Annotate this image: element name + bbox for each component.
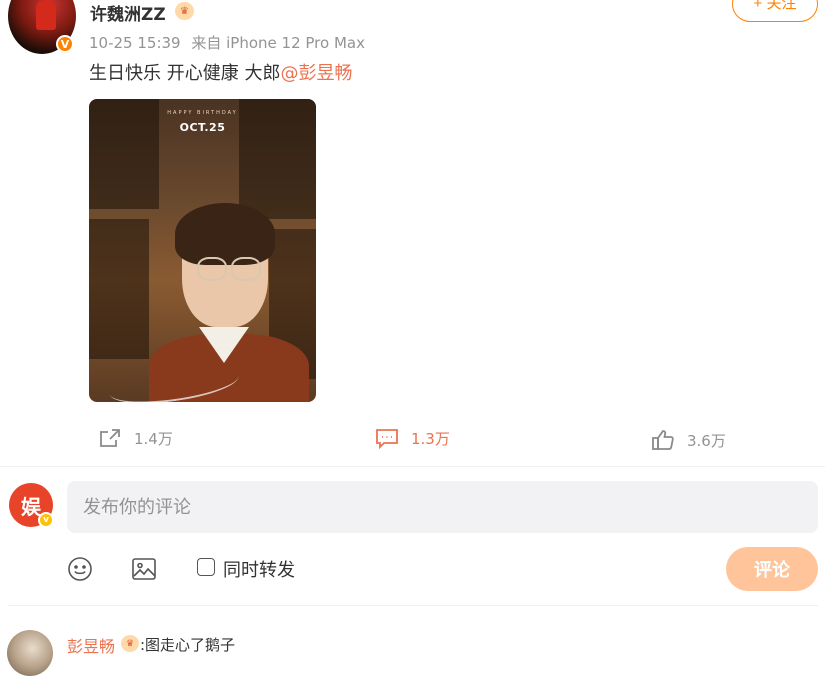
post-time[interactable]: 10-25 15:39 (89, 34, 181, 52)
divider (8, 605, 818, 606)
my-verified-badge: v (38, 512, 54, 528)
comment-button[interactable]: 1.3万 (375, 427, 450, 449)
like-button[interactable]: 3.6万 (651, 429, 726, 451)
post-image[interactable]: HAPPY BIRTHDAY OCT.25 (89, 99, 316, 402)
crown-icon: ♛ (121, 635, 139, 652)
image-button[interactable] (130, 555, 158, 583)
emoji-icon (68, 557, 92, 581)
forward-button[interactable]: 1.4万 (98, 427, 173, 449)
divider (0, 466, 825, 467)
post-text: 生日快乐 开心健康 大郎@彭昱畅 (89, 59, 352, 85)
comment-count: 1.3万 (411, 429, 450, 448)
submit-comment-button[interactable]: 评论 (726, 547, 818, 591)
repost-checkbox[interactable] (197, 558, 215, 576)
verified-badge: V (56, 35, 74, 53)
like-icon (652, 430, 674, 450)
crown-icon: ♛ (175, 2, 194, 20)
forward-count: 1.4万 (134, 429, 173, 448)
forward-icon (100, 429, 120, 447)
follow-button[interactable]: + 关注 (732, 0, 818, 22)
author-name[interactable]: 许魏洲ZZ (90, 0, 166, 25)
image-icon (132, 558, 156, 580)
like-count: 3.6万 (687, 431, 726, 450)
post-body: 生日快乐 开心健康 大郎 (89, 63, 281, 84)
comment-input[interactable] (67, 481, 818, 533)
repost-label[interactable]: 同时转发 (223, 556, 295, 582)
mention-link[interactable]: @彭昱畅 (280, 63, 352, 84)
poster-caption: HAPPY BIRTHDAY (167, 110, 238, 116)
commenter-avatar[interactable] (7, 630, 53, 676)
post-meta: 10-25 15:39 来自 iPhone 12 Pro Max (89, 32, 365, 53)
commenter-name[interactable]: 彭昱畅 (67, 633, 115, 657)
comment-text: :图走心了鹅子 (140, 636, 236, 654)
comment-icon (376, 429, 398, 449)
emoji-button[interactable] (66, 555, 94, 583)
poster-date: OCT.25 (179, 121, 226, 134)
post-source: 来自 iPhone 12 Pro Max (191, 34, 365, 52)
